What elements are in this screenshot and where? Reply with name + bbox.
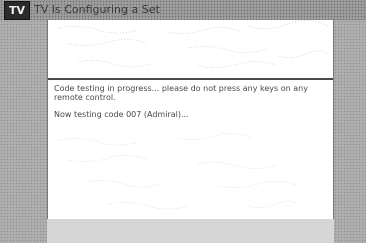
content-panel: Code testing in progress... please do no…: [47, 20, 334, 219]
bottom-bar: [47, 219, 334, 243]
left-background: [0, 20, 47, 243]
testing-code-line: Now testing code 007 (Admiral)...: [54, 110, 189, 119]
dither-pattern: [57, 20, 329, 68]
title-bar: TV TV Is Configuring a Set: [0, 0, 366, 20]
tv-setup-window: TV TV Is Configuring a Set Code testing …: [0, 0, 366, 243]
status-message: Code testing in progress... please do no…: [54, 84, 308, 102]
right-background: [334, 20, 366, 243]
panel-header-area: [48, 20, 333, 78]
tv-logo-icon: TV: [4, 1, 30, 20]
window-title: TV Is Configuring a Set: [34, 3, 160, 16]
